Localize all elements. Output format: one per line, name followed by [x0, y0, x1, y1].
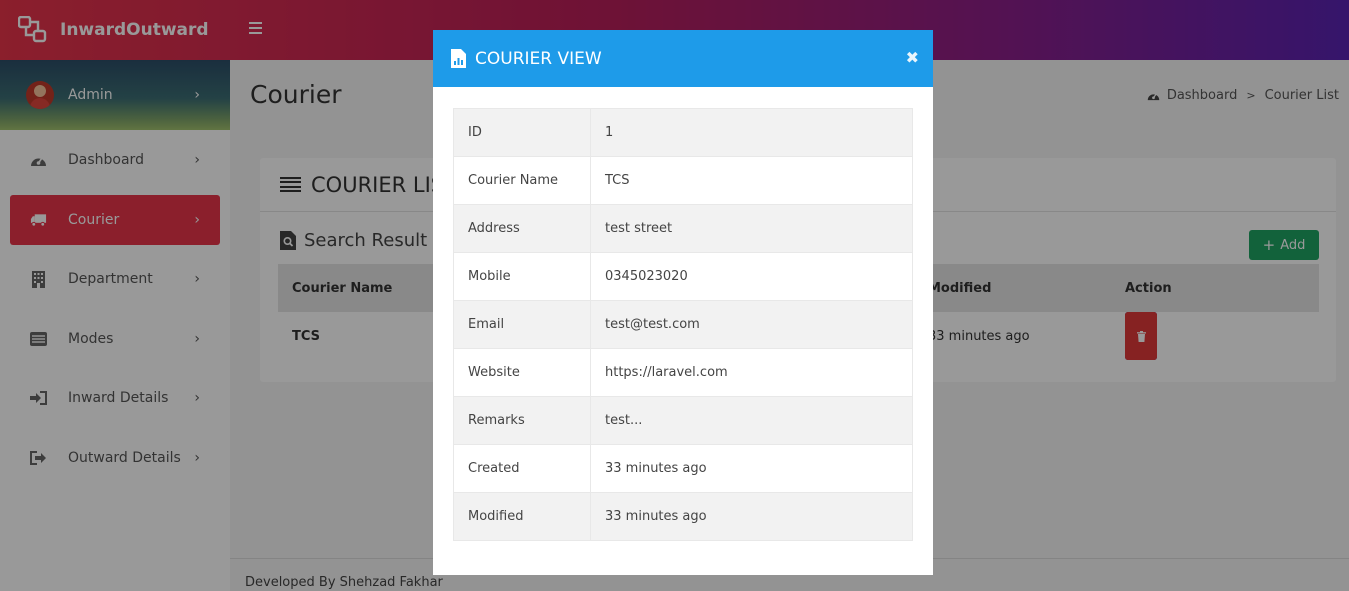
modal-header: COURIER VIEW ✖ [433, 30, 933, 87]
detail-value: TCS [590, 156, 913, 205]
detail-label: Email [453, 300, 591, 349]
detail-label: Website [453, 348, 591, 397]
detail-value: test... [590, 396, 913, 445]
courier-view-modal: COURIER VIEW ✖ ID 1 Courier Name TCS Addre… [433, 30, 933, 575]
detail-row: ID 1 [453, 108, 913, 157]
modal-title: COURIER VIEW [475, 48, 602, 69]
detail-label: Mobile [453, 252, 591, 301]
detail-label: Modified [453, 492, 591, 541]
courier-detail-table: ID 1 Courier Name TCS Address test street M… [453, 108, 913, 541]
detail-value: https://laravel.com [590, 348, 913, 397]
detail-row: Modified 33 minutes ago [453, 492, 913, 541]
detail-row: Created 33 minutes ago [453, 444, 913, 493]
detail-value: 33 minutes ago [590, 492, 913, 541]
detail-row: Address test street [453, 204, 913, 253]
detail-row: Website https://laravel.com [453, 348, 913, 397]
detail-label: Created [453, 444, 591, 493]
detail-value: test@test.com [590, 300, 913, 349]
detail-label: Courier Name [453, 156, 591, 205]
detail-value: test street [590, 204, 913, 253]
detail-row: Mobile 0345023020 [453, 252, 913, 301]
detail-row: Remarks test... [453, 396, 913, 445]
file-chart-icon [451, 49, 466, 68]
detail-row: Courier Name TCS [453, 156, 913, 205]
detail-label: ID [453, 108, 591, 157]
close-icon[interactable]: ✖ [906, 48, 919, 67]
detail-value: 0345023020 [590, 252, 913, 301]
detail-label: Remarks [453, 396, 591, 445]
detail-row: Email test@test.com [453, 300, 913, 349]
detail-value: 33 minutes ago [590, 444, 913, 493]
detail-label: Address [453, 204, 591, 253]
detail-value: 1 [590, 108, 913, 157]
